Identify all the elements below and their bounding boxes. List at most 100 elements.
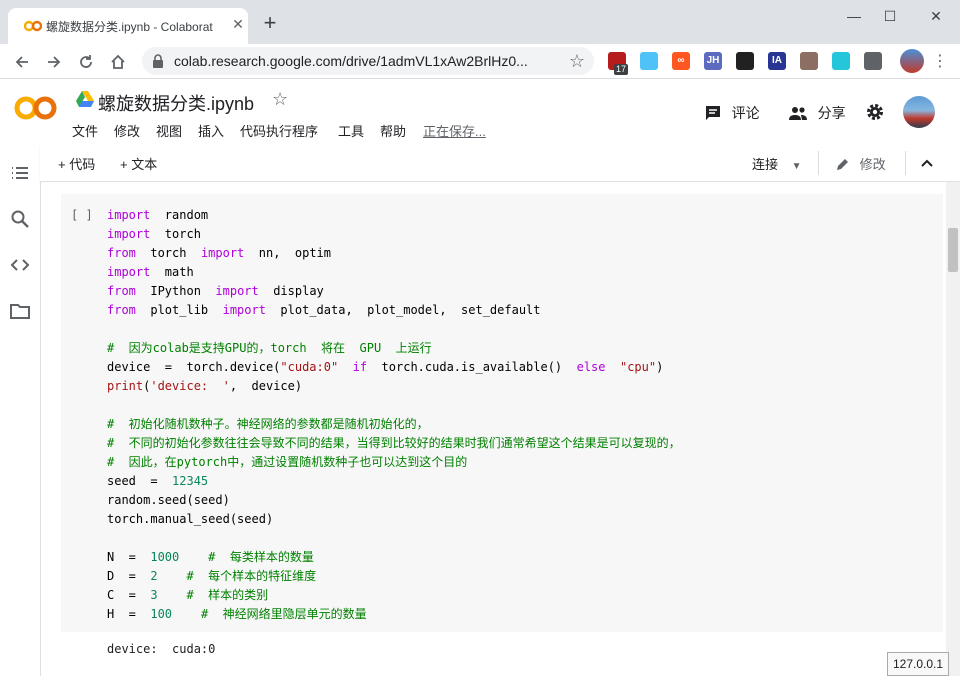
code-token: else: [576, 360, 606, 374]
minimize-button[interactable]: —: [836, 6, 872, 26]
google-drive-icon[interactable]: [76, 91, 94, 107]
glasses-extension-icon[interactable]: [736, 52, 754, 70]
scrollbar-thumb[interactable]: [948, 228, 958, 272]
table-of-contents-icon[interactable]: [8, 161, 32, 185]
code-line: # 因此，在pytorch中，通过设置随机数种子也可以达到这个目的: [107, 453, 467, 472]
colab-logo-icon[interactable]: [14, 93, 58, 123]
colab-favicon-icon: [24, 20, 42, 32]
search-icon[interactable]: [8, 207, 32, 231]
settings-gear-icon[interactable]: [865, 102, 885, 122]
menu-tools[interactable]: 工具: [338, 121, 364, 140]
code-line: random.seed(seed): [107, 491, 230, 510]
code-line: from IPython import display: [107, 282, 324, 301]
edit-mode-button[interactable]: 修改: [836, 154, 886, 173]
browser-toolbar: colab.research.google.com/drive/1admVL1x…: [0, 44, 960, 79]
code-snippets-icon[interactable]: [8, 253, 32, 277]
code-line: print('device: ', device): [107, 377, 302, 396]
code-token: import: [107, 208, 151, 222]
profile-avatar[interactable]: [900, 49, 924, 73]
share-button[interactable]: 分享: [788, 103, 846, 123]
code-token: import: [107, 227, 151, 241]
cell-run-button[interactable]: [ ]: [71, 208, 93, 222]
code-line: import random: [107, 206, 208, 225]
close-window-button[interactable]: ✕: [918, 6, 954, 26]
code-token: ): [656, 360, 664, 374]
tab-close-icon[interactable]: ✕: [230, 16, 246, 32]
comment-button[interactable]: 评论: [704, 103, 760, 123]
home-button[interactable]: [106, 50, 130, 74]
code-line: torch.manual_seed(seed): [107, 510, 273, 529]
new-tab-button[interactable]: +: [258, 12, 282, 36]
connect-button[interactable]: 连接 ▼: [752, 154, 802, 173]
code-token: display: [258, 284, 324, 298]
ia-extension-icon[interactable]: IA: [768, 52, 786, 70]
maximize-button[interactable]: ☐: [872, 6, 908, 26]
pencil-icon: [837, 158, 848, 170]
infinity-extension-icon[interactable]: ∞: [672, 52, 690, 70]
notebook-title[interactable]: 螺旋数据分类.ipynb: [98, 90, 254, 116]
url-text[interactable]: colab.research.google.com/drive/1admVL1x…: [174, 53, 564, 69]
code-token: # 每类样本的数量: [208, 550, 314, 564]
connect-dropdown-icon[interactable]: ▼: [792, 161, 802, 172]
forward-arrow-icon: [48, 56, 61, 68]
code-token: 100: [150, 607, 173, 621]
code-cell[interactable]: [ ] import random import torch from torch …: [61, 194, 943, 632]
code-token: random: [150, 208, 209, 222]
menu-insert[interactable]: 插入: [198, 121, 224, 140]
code-token: # 初始化随机数种子。神经网络的参数都是随机初始化的，: [107, 417, 429, 431]
code-token: if: [352, 360, 368, 374]
browser-menu-icon[interactable]: ⋮: [928, 50, 952, 74]
menu-file[interactable]: 文件: [72, 121, 98, 140]
code-token: torch: [135, 246, 201, 260]
menu-help[interactable]: 帮助: [380, 121, 406, 140]
address-bar[interactable]: colab.research.google.com/drive/1admVL1x…: [142, 47, 594, 75]
globe-extension-icon[interactable]: [640, 52, 658, 70]
code-line: # 初始化随机数种子。神经网络的参数都是随机初始化的，: [107, 415, 429, 434]
collapse-header-icon[interactable]: [920, 156, 934, 170]
code-token: print: [107, 379, 144, 393]
code-token: from: [107, 246, 136, 260]
code-token: import: [222, 303, 266, 317]
code-token: "cuda:0": [280, 360, 339, 374]
code-token: IPython: [135, 284, 216, 298]
code-token: nn, optim: [244, 246, 331, 260]
toolbar-divider: [818, 151, 819, 175]
code-token: "cpu": [619, 360, 657, 374]
notebook-toolbar: + 代码 + 文本 连接 ▼ 修改: [40, 145, 960, 182]
forward-button[interactable]: [42, 50, 66, 74]
code-token: import: [215, 284, 259, 298]
code-token: D =: [107, 569, 151, 583]
browser-tab[interactable]: 螺旋数据分类.ipynb - Colaborat ✕: [8, 8, 248, 44]
code-line: # 因为colab是支持GPU的，torch 将在 GPU 上运行: [107, 339, 432, 358]
menu-runtime[interactable]: 代码执行程序: [240, 121, 318, 140]
people-icon: [789, 107, 807, 120]
colab-header: 螺旋数据分类.ipynb ☆ 文件 修改 视图 插入 代码执行程序 工具 帮助 …: [0, 79, 960, 145]
bookmark-star-icon[interactable]: ☆: [566, 50, 588, 72]
star-notebook-icon[interactable]: ☆: [272, 89, 288, 110]
code-token: # 神经网络里隐层单元的数量: [200, 607, 367, 621]
reload-button[interactable]: [74, 50, 98, 74]
user-avatar[interactable]: [903, 96, 935, 128]
code-token: torch: [150, 227, 201, 241]
add-code-cell-button[interactable]: + 代码: [58, 154, 95, 173]
translate-extension-icon[interactable]: [832, 52, 850, 70]
back-button[interactable]: [10, 50, 34, 74]
menu-view[interactable]: 视图: [156, 121, 182, 140]
folder-icon[interactable]: [8, 299, 32, 323]
code-line: N = 1000 # 每类样本的数量: [107, 548, 314, 567]
code-token: from: [107, 284, 136, 298]
vertical-scrollbar[interactable]: [946, 182, 960, 676]
owl-extension-icon[interactable]: [800, 52, 818, 70]
add-text-cell-button[interactable]: + 文本: [120, 154, 157, 173]
code-token: plot_data, plot_model, set_default: [265, 303, 541, 317]
extensions-area: ∞ JH IA 17: [608, 44, 918, 78]
puzzle-extension-icon[interactable]: [864, 52, 882, 70]
code-token: import: [200, 246, 245, 260]
code-line: H = 100 # 神经网络里隐层单元的数量: [107, 605, 367, 624]
code-line: import torch: [107, 225, 201, 244]
menu-edit[interactable]: 修改: [114, 121, 140, 140]
jh-extension-icon[interactable]: JH: [704, 52, 722, 70]
code-token: torch.manual_seed(seed): [107, 512, 274, 526]
